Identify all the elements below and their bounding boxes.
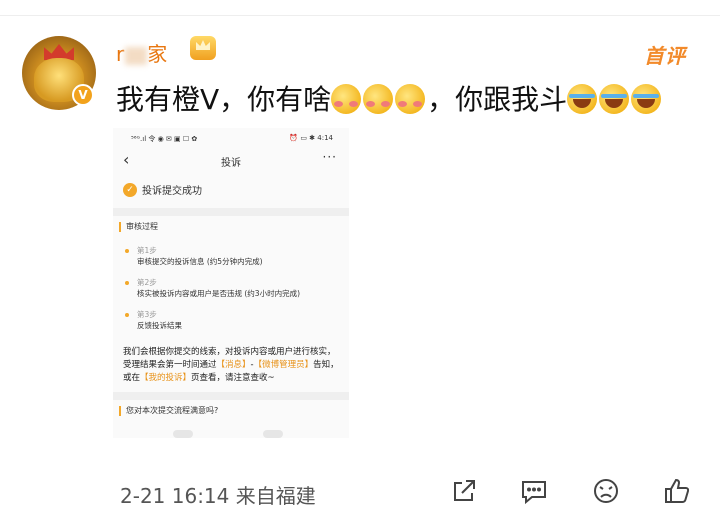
post-text-part2: ，你跟我斗	[427, 83, 568, 116]
success-row: ✓ 投诉提交成功	[123, 182, 202, 197]
step-item: 第3步 反馈投诉结果	[125, 310, 182, 331]
post-text-part1: 我有橙V，你有啥	[116, 83, 332, 116]
nav-bar: ‹ 投诉 ···	[113, 146, 349, 174]
laugh-cry-emoji-icon	[599, 84, 630, 114]
step-item: 第2步 核实被投诉内容或用户是否违规 (约3小时内完成)	[125, 278, 300, 299]
shy-emoji-icon	[395, 84, 426, 114]
review-title: 审核过程	[119, 222, 158, 232]
verified-v-icon: V	[72, 84, 94, 106]
check-icon: ✓	[123, 182, 137, 197]
divider	[113, 392, 349, 400]
username[interactable]: r家	[116, 38, 168, 67]
rating-option	[173, 430, 193, 438]
step-dot	[125, 281, 129, 285]
share-icon[interactable]	[449, 476, 479, 506]
laugh-cry-emoji-icon	[631, 84, 662, 114]
like-icon[interactable]	[662, 476, 692, 506]
step-desc: 审核提交的投诉信息 (约5分钟内完成)	[137, 257, 263, 266]
post-meta: 2-21 16:14 来自福建	[120, 484, 316, 508]
status-right: ⏰ ▭ ✱ 4:14	[289, 134, 333, 142]
divider	[113, 208, 349, 216]
step-label: 第3步	[137, 310, 157, 319]
status-bar: ⁵⁶ᴳ.ıl 令 ◉ ✉ ▣ ☐ ✿ ⏰ ▭ ✱ 4:14	[113, 128, 349, 146]
messages-link: 【消息】	[216, 360, 251, 370]
post-text: 我有橙V，你有啥 ，你跟我斗	[116, 78, 663, 118]
page-title: 投诉	[221, 158, 241, 169]
shy-emoji-icon	[363, 84, 394, 114]
admin-link: 【微博管理员】	[253, 360, 314, 370]
status-left: ⁵⁶ᴳ.ıl 令 ◉ ✉ ▣ ☐ ✿	[131, 135, 198, 143]
comment-icon[interactable]	[519, 476, 549, 506]
first-comment-badge: 首评	[644, 44, 686, 68]
success-text: 投诉提交成功	[142, 186, 202, 197]
step-item: 第1步 审核提交的投诉信息 (约5分钟内完成)	[125, 246, 263, 267]
result-paragraph: 我们会根据你提交的线索，对投诉内容或用户进行核实，受理结果会第一时间通过【消息】…	[123, 346, 343, 385]
step-label: 第1步	[137, 246, 157, 255]
step-desc: 核实被投诉内容或用户是否违规 (约3小时内完成)	[137, 289, 301, 298]
step-label: 第2步	[137, 278, 157, 287]
paragraph-text: 页查看，请注意查收~	[191, 373, 275, 383]
attached-screenshot[interactable]: ⁵⁶ᴳ.ıl 令 ◉ ✉ ▣ ☐ ✿ ⏰ ▭ ✱ 4:14 ‹ 投诉 ··· ✓…	[113, 128, 349, 438]
username-part2: 家	[147, 42, 169, 66]
laugh-cry-emoji-icon	[567, 84, 598, 114]
top-divider	[0, 15, 720, 16]
my-complaints-link: 【我的投诉】	[140, 373, 192, 383]
feedback-question: 您对本次提交流程满意吗?	[119, 406, 218, 416]
dislike-icon[interactable]	[591, 476, 621, 506]
rating-option	[263, 430, 283, 438]
member-crown-icon[interactable]	[190, 36, 216, 60]
step-dot	[125, 313, 129, 317]
step-dot	[125, 249, 129, 253]
username-mosaic	[125, 46, 148, 65]
more-icon: ···	[322, 150, 337, 164]
username-part1: r	[116, 42, 126, 66]
shy-emoji-icon	[331, 84, 362, 114]
step-desc: 反馈投诉结果	[137, 321, 182, 330]
